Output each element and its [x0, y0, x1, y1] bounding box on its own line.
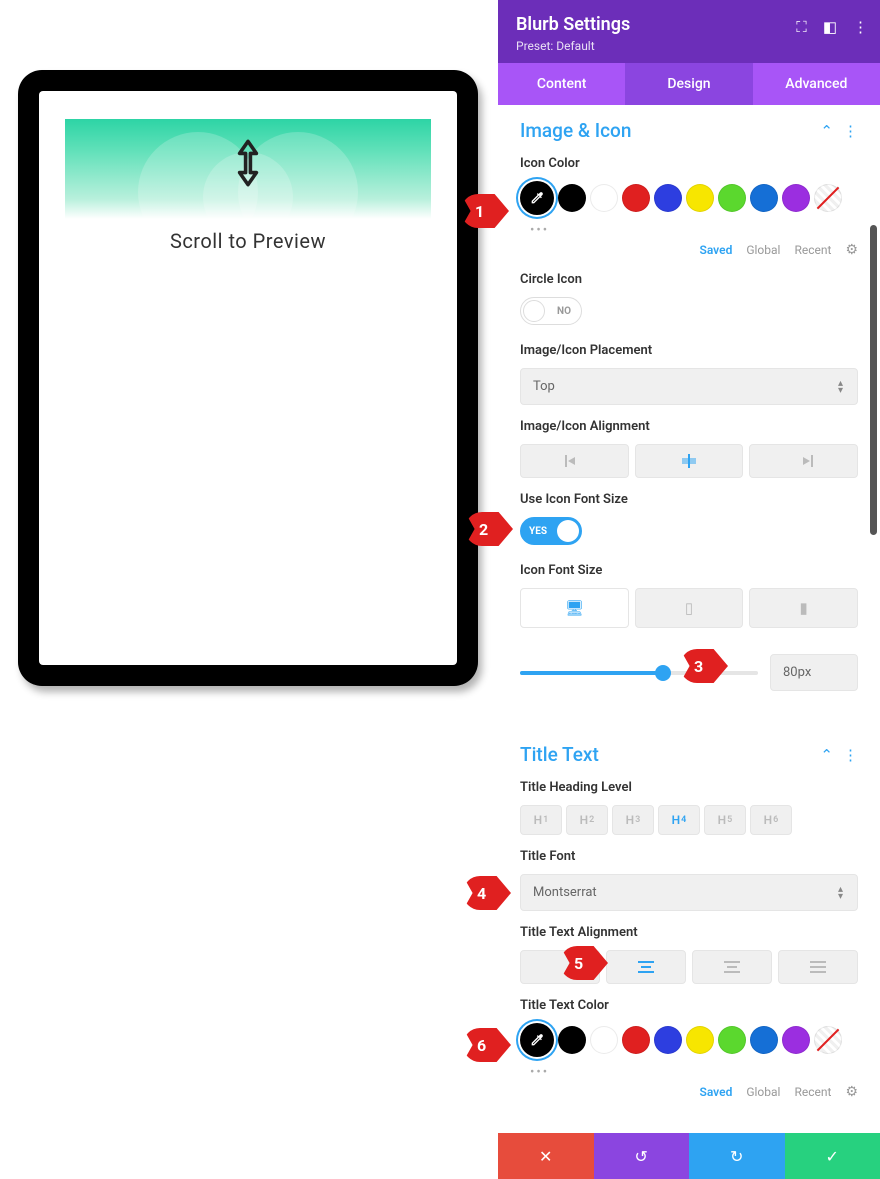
- section-title-text[interactable]: Title Text: [520, 743, 599, 766]
- label-title-text-alignment: Title Text Alignment: [520, 925, 858, 940]
- tab-content[interactable]: Content: [498, 63, 625, 105]
- text-align-center-button[interactable]: [606, 950, 686, 984]
- color-tab-saved[interactable]: Saved: [700, 243, 733, 257]
- more-swatches-icon[interactable]: •••: [530, 223, 858, 238]
- undo-button[interactable]: ↺: [594, 1133, 690, 1179]
- swatch-white[interactable]: [590, 1026, 618, 1054]
- tab-bar: Content Design Advanced: [498, 63, 880, 105]
- menu-icon[interactable]: ⋮: [853, 18, 868, 36]
- swatch-purple[interactable]: [782, 1026, 810, 1054]
- swatch-blue[interactable]: [654, 184, 682, 212]
- swatch-transparent[interactable]: [814, 184, 842, 212]
- panel-layout-icon[interactable]: ◧: [823, 18, 837, 36]
- swatch-blue[interactable]: [654, 1026, 682, 1054]
- align-center-button[interactable]: [635, 444, 744, 478]
- heading-h2[interactable]: H2: [566, 805, 608, 835]
- scrollbar[interactable]: [870, 225, 877, 535]
- tab-advanced[interactable]: Advanced: [753, 63, 880, 105]
- label-alignment: Image/Icon Alignment: [520, 419, 858, 434]
- color-tab-global[interactable]: Global: [746, 243, 780, 257]
- more-swatches-icon[interactable]: •••: [530, 1065, 858, 1080]
- color-tab-recent[interactable]: Recent: [794, 1085, 831, 1099]
- expand-icon[interactable]: ⛶: [796, 18, 807, 36]
- swatch-blue2[interactable]: [750, 1026, 778, 1054]
- swatch-white[interactable]: [590, 184, 618, 212]
- panel-footer: ✕ ↺ ↻ ✓: [498, 1133, 880, 1179]
- swatch-blue2[interactable]: [750, 184, 778, 212]
- scroll-preview-text: Scroll to Preview: [39, 229, 457, 253]
- panel-body[interactable]: Image & Icon ⌃ ⋮ Icon Color ••• Saved Glo…: [498, 105, 880, 1133]
- color-tab-saved[interactable]: Saved: [700, 1085, 733, 1099]
- label-icon-font-size: Icon Font Size: [520, 563, 858, 578]
- preview-canvas: Scroll to Preview: [39, 91, 457, 665]
- heading-h3[interactable]: H3: [612, 805, 654, 835]
- heading-h1[interactable]: H1: [520, 805, 562, 835]
- heading-h4[interactable]: H4: [658, 805, 700, 835]
- confirm-button[interactable]: ✓: [785, 1133, 880, 1179]
- swatch-green[interactable]: [718, 1026, 746, 1054]
- eyedropper-swatch[interactable]: [520, 181, 554, 215]
- panel-preset[interactable]: Preset: Default: [516, 39, 862, 53]
- toggle-circle-icon[interactable]: NO: [520, 297, 582, 325]
- annotation-marker-2: 2: [465, 512, 513, 546]
- toggle-use-icon-font-size[interactable]: YES: [520, 517, 582, 545]
- tab-design[interactable]: Design: [625, 63, 752, 105]
- device-desktop-button[interactable]: 🖥: [520, 588, 629, 628]
- annotation-marker-5: 5: [560, 946, 608, 980]
- annotation-marker-4: 4: [463, 876, 511, 910]
- align-left-button[interactable]: [520, 444, 629, 478]
- swatch-red[interactable]: [622, 184, 650, 212]
- scroll-arrow-icon: [233, 139, 263, 187]
- section-image-icon[interactable]: Image & Icon: [520, 119, 631, 142]
- chevron-up-icon[interactable]: ⌃: [820, 122, 833, 140]
- annotation-marker-1: 1: [461, 194, 509, 228]
- label-title-heading-level: Title Heading Level: [520, 780, 858, 795]
- section-menu-icon[interactable]: ⋮: [843, 746, 858, 764]
- device-phone-button[interactable]: ▮: [749, 588, 858, 628]
- swatch-yellow[interactable]: [686, 1026, 714, 1054]
- device-tablet-button[interactable]: ▯: [635, 588, 744, 628]
- cancel-button[interactable]: ✕: [498, 1133, 594, 1179]
- color-tab-global[interactable]: Global: [746, 1085, 780, 1099]
- gear-icon[interactable]: ⚙: [845, 1084, 858, 1100]
- swatch-black[interactable]: [558, 184, 586, 212]
- section-menu-icon[interactable]: ⋮: [843, 122, 858, 140]
- heading-h6[interactable]: H6: [750, 805, 792, 835]
- swatch-green[interactable]: [718, 184, 746, 212]
- text-align-right-button[interactable]: [692, 950, 772, 984]
- swatch-yellow[interactable]: [686, 184, 714, 212]
- icon-font-size-input[interactable]: 80px: [770, 654, 858, 691]
- label-icon-color: Icon Color: [520, 156, 858, 171]
- text-align-justify-button[interactable]: [778, 950, 858, 984]
- title-color-swatches: [520, 1023, 858, 1057]
- heading-h5[interactable]: H5: [704, 805, 746, 835]
- align-right-button[interactable]: [749, 444, 858, 478]
- chevron-up-icon[interactable]: ⌃: [820, 746, 833, 764]
- label-use-icon-font-size: Use Icon Font Size: [520, 492, 858, 507]
- settings-panel: Blurb Settings Preset: Default ⛶ ◧ ⋮ Con…: [498, 0, 880, 1179]
- label-placement: Image/Icon Placement: [520, 343, 858, 358]
- panel-header: Blurb Settings Preset: Default ⛶ ◧ ⋮: [498, 0, 880, 63]
- icon-color-swatches: [520, 181, 858, 215]
- swatch-purple[interactable]: [782, 184, 810, 212]
- select-placement[interactable]: Top▴▾: [520, 368, 858, 405]
- swatch-transparent[interactable]: [814, 1026, 842, 1054]
- label-title-text-color: Title Text Color: [520, 998, 858, 1013]
- preview-device-frame: Scroll to Preview: [18, 70, 478, 686]
- color-tab-recent[interactable]: Recent: [794, 243, 831, 257]
- eyedropper-swatch[interactable]: [520, 1023, 554, 1057]
- annotation-marker-3: 3: [680, 649, 728, 683]
- label-title-font: Title Font: [520, 849, 858, 864]
- redo-button[interactable]: ↻: [689, 1133, 785, 1179]
- swatch-red[interactable]: [622, 1026, 650, 1054]
- select-title-font[interactable]: Montserrat▴▾: [520, 874, 858, 911]
- gear-icon[interactable]: ⚙: [845, 242, 858, 258]
- swatch-black[interactable]: [558, 1026, 586, 1054]
- label-circle-icon: Circle Icon: [520, 272, 858, 287]
- annotation-marker-6: 6: [463, 1028, 511, 1062]
